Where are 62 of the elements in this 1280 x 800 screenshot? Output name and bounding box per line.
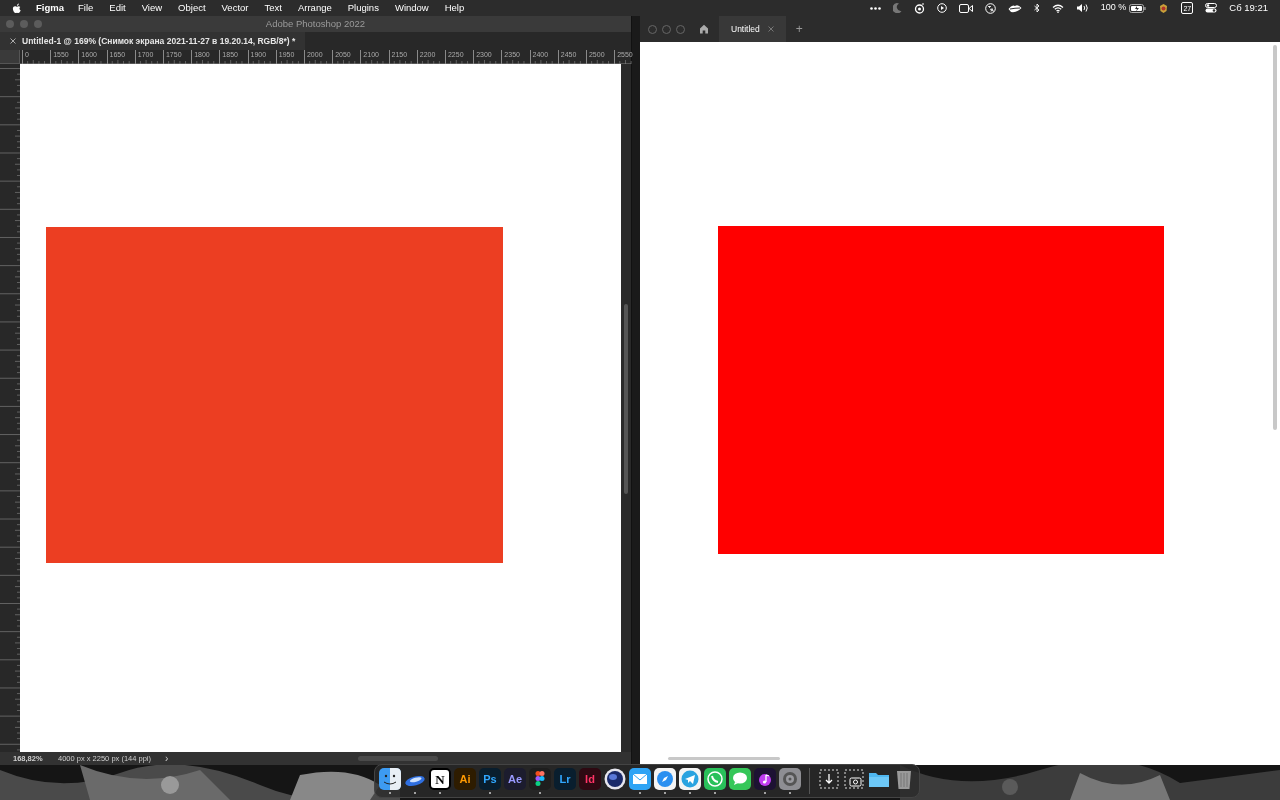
download-icon[interactable]	[818, 768, 840, 790]
file-tab[interactable]: Untitled	[719, 16, 786, 42]
app-icon[interactable]: Ps	[479, 768, 501, 790]
lips-icon[interactable]	[1007, 3, 1022, 13]
circle-icon[interactable]	[913, 2, 925, 14]
close-icon[interactable]	[10, 38, 16, 44]
app-icon[interactable]: Ai	[454, 768, 476, 790]
apple-icon[interactable]	[12, 2, 22, 14]
app-icon[interactable]: N	[429, 768, 451, 790]
document-tab[interactable]: Untitled-1 @ 169% (Снимок экрана 2021-11-27 в 19.20.14, RGB/8*) *	[0, 32, 306, 50]
menu-item[interactable]: Plugins	[347, 0, 379, 16]
message-bubble-icon[interactable]	[729, 768, 751, 790]
bluetooth-icon[interactable]	[1033, 3, 1040, 13]
app-letters: Ai	[459, 773, 471, 785]
scrollbar[interactable]	[1273, 45, 1277, 430]
window-title: Adobe Photoshop 2022	[265, 16, 366, 31]
new-tab-button[interactable]: +	[795, 20, 803, 38]
menu-item[interactable]: Arrange	[297, 0, 332, 16]
app-icon[interactable]: Id	[579, 768, 601, 790]
menu-item[interactable]: Window	[394, 0, 429, 16]
wifi-icon[interactable]	[1051, 3, 1064, 13]
home-icon[interactable]	[699, 24, 709, 34]
close-icon[interactable]	[767, 26, 774, 32]
sphere-icon[interactable]	[604, 768, 626, 790]
mail-icon[interactable]	[629, 768, 651, 790]
moon-icon[interactable]	[892, 3, 902, 13]
translate-icon[interactable]	[984, 2, 996, 14]
app-letters: Ae	[507, 773, 523, 785]
status-arrow[interactable]: ›	[165, 753, 169, 764]
app-letters: Ps	[483, 773, 497, 785]
control-center-icon[interactable]	[1205, 3, 1218, 13]
menu-item[interactable]: File	[78, 0, 94, 16]
settings-icon[interactable]	[779, 768, 801, 790]
music-note-icon[interactable]	[754, 768, 776, 790]
scrollbar[interactable]	[624, 304, 628, 494]
menu-item[interactable]: View	[141, 0, 163, 16]
phone-icon[interactable]	[704, 768, 726, 790]
compass-icon[interactable]	[654, 768, 676, 790]
figma-icon[interactable]	[529, 768, 551, 790]
battery-percent: 100 %	[1100, 1, 1127, 15]
menu-item[interactable]: Vector	[221, 0, 249, 16]
scrollbar[interactable]	[358, 756, 438, 761]
paper-plane-icon[interactable]	[679, 768, 701, 790]
app-icon[interactable]: Ae	[504, 768, 526, 790]
app-menu[interactable]: Figma	[36, 0, 64, 16]
volume-icon[interactable]	[1075, 3, 1089, 13]
menu-item[interactable]: Text	[264, 0, 282, 16]
camera-icon[interactable]	[843, 768, 865, 790]
menu-item[interactable]: Object	[178, 0, 206, 16]
video-camera-icon[interactable]	[958, 3, 973, 13]
app-letters: Id	[585, 773, 595, 785]
finder-icon[interactable]	[379, 768, 401, 790]
more-icon[interactable]	[869, 6, 881, 10]
app-letters: Lr	[559, 773, 571, 785]
scrollbar[interactable]	[668, 757, 780, 760]
app-icon[interactable]: Lr	[554, 768, 576, 790]
menu-item[interactable]: Help	[444, 0, 465, 16]
battery-icon[interactable]	[1129, 3, 1147, 13]
menu-item[interactable]: Edit	[109, 0, 126, 16]
emblem-icon[interactable]	[1158, 2, 1170, 14]
clock[interactable]: Сб 19:21	[1229, 0, 1268, 16]
play-icon[interactable]	[936, 3, 947, 13]
